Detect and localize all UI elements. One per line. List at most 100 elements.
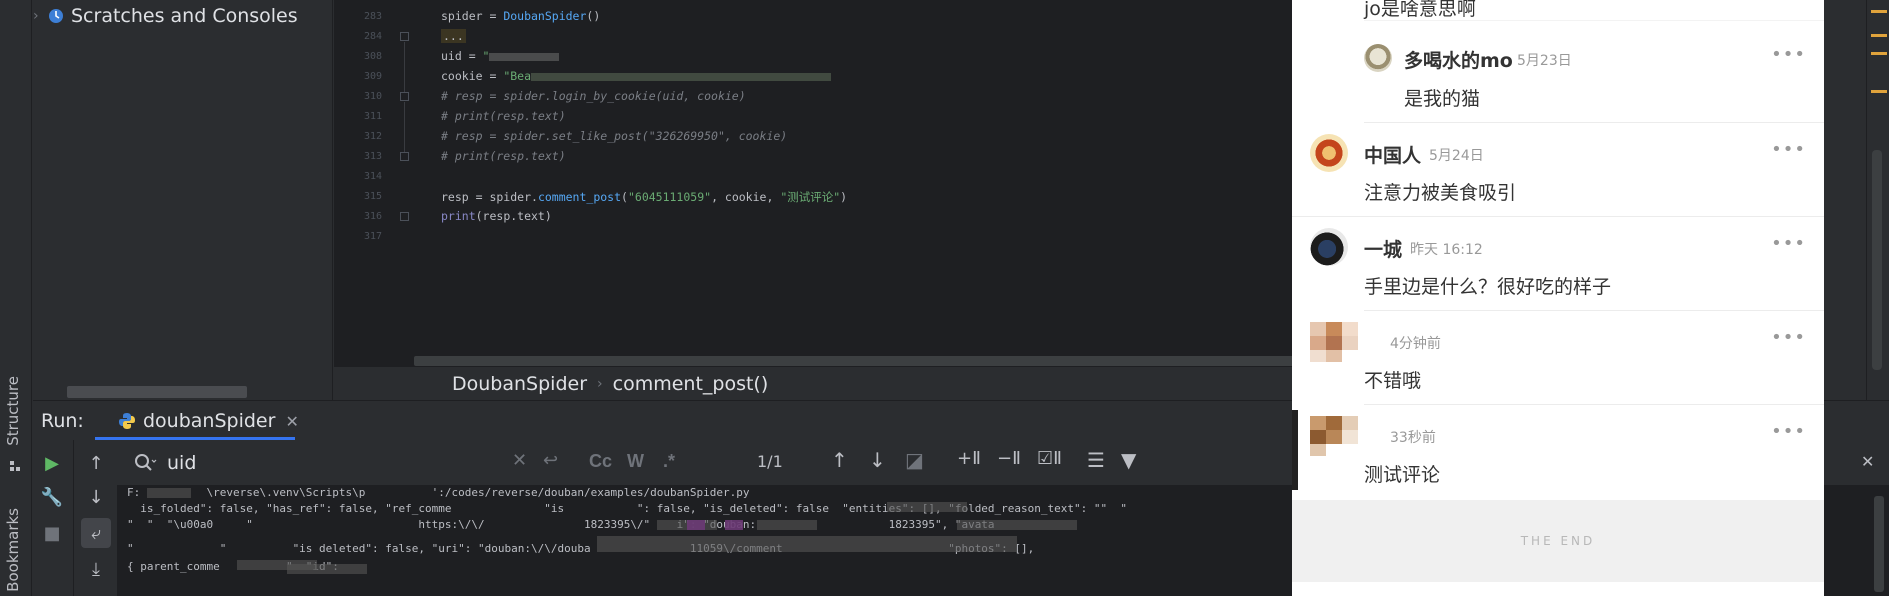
avatar[interactable]	[1310, 134, 1348, 172]
breadcrumb-class[interactable]: DoubanSpider	[452, 373, 587, 395]
redaction	[887, 502, 967, 512]
line-number: 315	[363, 191, 382, 202]
comment-username[interactable]: 一城	[1364, 235, 1402, 262]
python-icon	[119, 413, 135, 429]
fold-guide	[404, 102, 405, 152]
error-stripe-mark[interactable]	[1871, 10, 1887, 13]
more-options-icon[interactable]: •••	[1771, 44, 1806, 65]
comment-time: 5月24日	[1429, 148, 1484, 164]
code-token: )	[840, 190, 848, 204]
chevron-right-icon: ›	[597, 375, 603, 392]
fold-marker[interactable]	[400, 32, 409, 41]
tree-item-label: Scratches and Consoles	[71, 5, 298, 27]
editor-vertical-scrollbar[interactable]	[1872, 150, 1882, 370]
code-token: "Bea	[503, 69, 532, 83]
code-token: "测试评论"	[780, 190, 841, 204]
tree-item-scratches[interactable]: › Scratches and Consoles	[33, 4, 298, 28]
whole-words-button[interactable]: W	[627, 451, 644, 472]
regex-button[interactable]: .*	[663, 451, 675, 472]
fold-marker[interactable]	[400, 92, 409, 101]
stop-icon[interactable]: ■	[39, 520, 65, 546]
line-number: 317	[363, 231, 382, 242]
bookmarks-tab[interactable]: Bookmarks	[4, 508, 26, 592]
code-token: print	[441, 209, 476, 223]
structure-icon	[10, 461, 20, 471]
code-line-310: # resp = spider.login_by_cookie(uid, coo…	[441, 89, 746, 103]
douban-comments-panel: jo是啥意思啊 多喝水的mo 5月23日 ••• 是我的猫 中国人 5月24日 …	[1292, 0, 1824, 596]
line-number: 311	[363, 111, 382, 122]
project-horizontal-scrollbar[interactable]	[67, 386, 247, 398]
more-options-icon[interactable]: •••	[1771, 327, 1806, 348]
match-count: 1/1	[757, 452, 783, 471]
console-vertical-scrollbar[interactable]	[1874, 496, 1884, 592]
breadcrumb-method[interactable]: comment_post()	[613, 373, 769, 395]
redaction	[287, 564, 367, 574]
avatar[interactable]	[1364, 44, 1392, 72]
line-number: 314	[363, 171, 382, 182]
previous-match-icon[interactable]: ↑	[831, 448, 848, 472]
wrench-icon[interactable]: 🔧	[39, 484, 65, 510]
search-input[interactable]	[167, 448, 527, 478]
line-number: 284	[363, 31, 382, 42]
scroll-to-end-icon[interactable]: ⤓	[83, 556, 109, 582]
line-number: 310	[363, 91, 382, 102]
code-line-283: spider = DoubanSpider()	[441, 9, 600, 23]
code-editor[interactable]: 283 284 308 309 310 311 312 313 314 315 …	[334, 0, 1294, 400]
code-token: uid =	[441, 49, 483, 63]
error-stripe-mark[interactable]	[1871, 90, 1887, 93]
soft-wrap-icon[interactable]: ⤶	[81, 518, 111, 548]
console-line: " " "\u00a0 " https:\/\/ 1823395\/" i": …	[127, 518, 995, 531]
line-number: 316	[363, 211, 382, 222]
tab-doubanspider[interactable]: doubanSpider ✕	[105, 401, 311, 441]
redaction	[725, 520, 743, 530]
select-all-occurrences-icon[interactable]: ◪	[905, 448, 924, 472]
next-match-icon[interactable]: ↓	[869, 448, 886, 472]
arrow-down-icon[interactable]: ↓	[83, 484, 109, 510]
error-stripe-mark[interactable]	[1871, 52, 1887, 55]
code-token: DoubanSpider	[503, 9, 587, 23]
select-all-matches-icon[interactable]: ☑Ⅱ	[1037, 448, 1062, 469]
add-selection-icon[interactable]: +Ⅱ	[957, 448, 981, 469]
line-number: 283	[363, 11, 382, 22]
avatar[interactable]	[1310, 416, 1360, 456]
filter-icon[interactable]: ▼	[1121, 448, 1136, 472]
avatar[interactable]	[1310, 228, 1348, 266]
clear-search-icon[interactable]: ✕	[512, 450, 527, 471]
code-line-309: cookie = "Bea	[441, 69, 832, 83]
more-options-icon[interactable]: •••	[1771, 421, 1806, 442]
run-icon[interactable]: ▶	[39, 450, 65, 476]
redaction	[757, 520, 817, 530]
comment-username[interactable]: 中国人	[1364, 141, 1421, 168]
close-icon[interactable]: ✕	[285, 412, 298, 431]
line-number: 309	[363, 71, 382, 82]
folded-code[interactable]: ...	[441, 29, 466, 43]
line-number: 312	[363, 131, 382, 142]
error-stripe-mark[interactable]	[1871, 34, 1887, 37]
search-icon[interactable]	[133, 452, 157, 474]
more-options-icon[interactable]: •••	[1771, 139, 1806, 160]
editor-horizontal-scrollbar[interactable]	[414, 356, 1294, 366]
run-tab-label: doubanSpider	[143, 410, 276, 432]
console-line: is_folded": false, "has_ref": false, "re…	[127, 502, 1128, 515]
scratches-icon	[49, 9, 63, 23]
fold-marker[interactable]	[400, 152, 409, 161]
avatar[interactable]	[1310, 322, 1360, 362]
replace-icon[interactable]: ↩	[543, 450, 558, 471]
code-token: spider =	[441, 9, 504, 23]
comment-username[interactable]: 多喝水的mo	[1404, 46, 1513, 73]
structure-tab[interactable]: Structure	[4, 376, 26, 446]
run-side-toolbar: ▶ 🔧 ■ ↑ ↓ ⤶ ⤓	[33, 440, 117, 596]
editor-gutter: 283 284 308 309 310 311 312 313 314 315 …	[334, 0, 409, 362]
remove-selection-icon[interactable]: −Ⅱ	[997, 448, 1021, 469]
code-token: , cookie,	[711, 190, 781, 204]
close-find-icon[interactable]: ✕	[1861, 452, 1874, 471]
fold-marker[interactable]	[400, 212, 409, 221]
code-line-315: resp = spider.comment_post("6045111059",…	[441, 189, 847, 205]
redacted-value	[531, 72, 832, 81]
filter-lines-icon[interactable]: ☰	[1087, 448, 1105, 472]
more-options-icon[interactable]: •••	[1771, 233, 1806, 254]
arrow-up-icon[interactable]: ↑	[83, 450, 109, 476]
code-token: resp = spider.	[441, 190, 538, 204]
code-line-316: print(resp.text)	[441, 209, 552, 223]
match-case-button[interactable]: Cc	[589, 451, 612, 472]
